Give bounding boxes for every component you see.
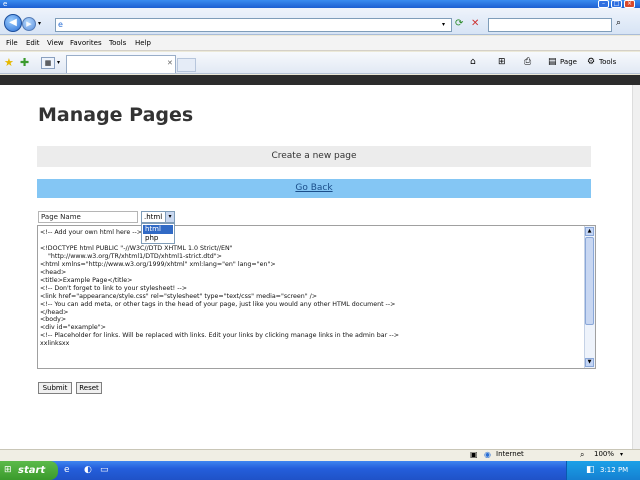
go-back-bar: Go Back [37, 179, 591, 198]
zoom-dropdown-icon[interactable]: ▾ [620, 451, 623, 458]
stop-icon[interactable]: ✕ [471, 18, 479, 29]
minimize-button[interactable]: – [598, 0, 609, 8]
reset-button[interactable]: Reset [76, 382, 102, 394]
zoom-icon: ⌕ [580, 450, 585, 459]
start-label: start [18, 465, 46, 476]
extension-option-php[interactable]: php [143, 234, 173, 243]
maximize-button[interactable]: □ [611, 0, 622, 8]
scroll-thumb[interactable] [585, 237, 594, 325]
history-dropdown-icon[interactable]: ▾ [38, 20, 41, 27]
menu-bar: File Edit View Favorites Tools Help [0, 36, 640, 51]
quicklaunch-ie-icon[interactable]: e [64, 465, 70, 475]
menu-edit[interactable]: Edit [26, 39, 40, 47]
ie-logo-icon: e [3, 0, 8, 8]
favorites-star-icon[interactable]: ★ [4, 56, 14, 69]
tab-current[interactable]: ✕ [66, 55, 176, 73]
extension-option-html[interactable]: html [143, 225, 173, 234]
close-window-button[interactable]: × [624, 0, 635, 8]
security-icon: ▣ [470, 450, 478, 459]
page-menu-icon: ▤ [548, 57, 557, 67]
page-title: Manage Pages [38, 104, 194, 126]
tray-network-icon[interactable]: ◧ [586, 465, 595, 475]
page-name-input[interactable]: Page Name [38, 211, 138, 223]
go-back-link[interactable]: Go Back [295, 183, 332, 193]
windows-taskbar [0, 461, 640, 480]
forward-button-icon[interactable]: ▶ [22, 17, 36, 31]
editor-content: <!-- Add your own html here --> <!DOCTYP… [40, 229, 399, 348]
scroll-up-icon[interactable]: ▲ [585, 227, 594, 236]
feeds-icon[interactable]: ⊞ [498, 57, 506, 67]
page-favicon-icon: e [58, 20, 63, 29]
internet-zone-icon: ◉ [484, 450, 491, 459]
quicklaunch-media-icon[interactable]: ◐ [84, 465, 92, 475]
status-bar [0, 449, 640, 461]
submit-button[interactable]: Submit [38, 382, 72, 394]
page-scrollbar[interactable] [632, 85, 640, 461]
security-zone-label: Internet [496, 450, 524, 458]
menu-help[interactable]: Help [135, 39, 151, 47]
windows-logo-icon: ⊞ [4, 465, 12, 475]
add-favorite-icon[interactable]: ✚ [20, 56, 29, 69]
back-button-icon[interactable]: ◀ [4, 14, 22, 32]
page-top-bar [0, 75, 640, 85]
search-input[interactable] [488, 18, 612, 32]
create-new-page-panel: Create a new page [37, 146, 591, 167]
tab-list-dropdown-icon[interactable]: ▾ [57, 59, 60, 66]
address-bar[interactable]: e [55, 18, 452, 32]
address-dropdown-icon[interactable]: ▾ [442, 21, 445, 28]
chevron-down-icon[interactable]: ▾ [165, 212, 174, 222]
html-editor-textarea[interactable]: <!-- Add your own html here --> <!DOCTYP… [37, 225, 596, 369]
page-menu-button[interactable]: Page [560, 58, 577, 66]
scroll-down-icon[interactable]: ▼ [585, 358, 594, 367]
print-icon[interactable]: ⎙ [524, 57, 531, 67]
menu-tools[interactable]: Tools [109, 39, 126, 47]
zoom-level[interactable]: 100% [594, 450, 614, 458]
search-icon[interactable]: ⌕ [616, 18, 621, 28]
quicklaunch-desktop-icon[interactable]: ▭ [100, 465, 109, 475]
tools-gear-icon: ⚙ [587, 57, 596, 67]
home-icon[interactable]: ⌂ [470, 57, 476, 67]
window-title-bar [0, 0, 640, 8]
taskbar-clock: 3:12 PM [600, 466, 629, 474]
quick-tabs-icon[interactable]: ▦ [41, 57, 55, 69]
menu-file[interactable]: File [6, 39, 18, 47]
menu-view[interactable]: View [47, 39, 64, 47]
refresh-icon[interactable]: ⟳ [455, 18, 463, 29]
new-tab-button[interactable] [177, 58, 196, 72]
menu-favorites[interactable]: Favorites [70, 39, 102, 47]
close-tab-icon[interactable]: ✕ [167, 59, 173, 67]
tools-menu-button[interactable]: Tools [599, 58, 616, 66]
extension-dropdown-list: html php [141, 223, 175, 244]
